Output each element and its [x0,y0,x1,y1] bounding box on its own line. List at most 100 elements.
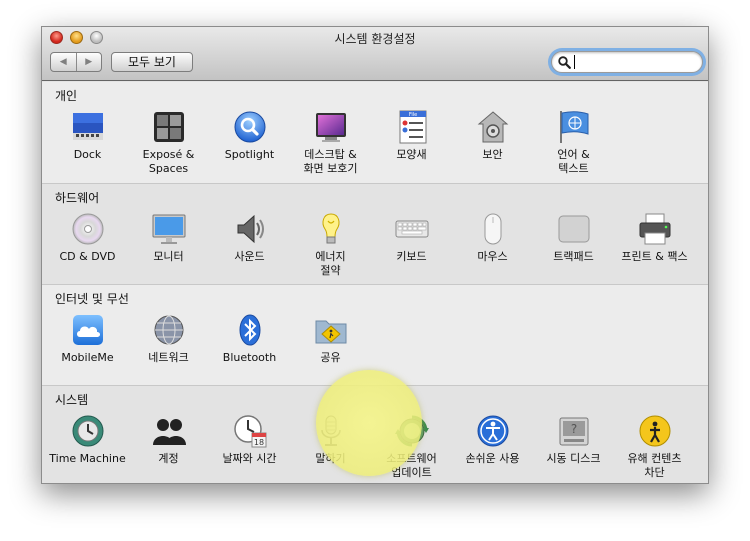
search-icon [558,56,571,69]
section-items: CD & DVD 모니터 사운드 에너지 절약 키보드 마우스 트랙패드 프린트 & 팩스 [47,211,695,278]
pref-pane-label-line: 화면 보호기 [303,162,358,175]
pref-pane-print-fax[interactable]: 프린트 & 팩스 [614,211,695,278]
pref-pane-label-line: 공유 [320,351,341,364]
pref-pane-keyboard[interactable]: 키보드 [371,211,452,278]
pref-pane-label-line: Bluetooth [222,351,277,364]
pref-pane-startup-disk[interactable]: ? 시동 디스크 [533,413,614,480]
section-title: 인터넷 및 무선 [55,292,129,306]
show-all-button[interactable]: 모두 보기 [111,52,193,72]
keyboard-icon [394,211,430,247]
search-field[interactable] [551,51,703,73]
search-input[interactable] [574,54,694,70]
pref-pane-label: 네트워크 [148,351,188,365]
pref-pane-label-line: 트랙패드 [553,250,594,263]
pref-pane-label-line: 날짜와 시간 [222,452,277,465]
back-button[interactable]: ◀ [51,53,76,71]
pref-pane-label: Dock [74,148,102,162]
pref-pane-appearance[interactable]: File 모양새 [371,109,452,176]
section-title: 시스템 [55,393,89,407]
title-bar: 시스템 환경설정 ◀ ▶ 모두 보기 [42,27,708,81]
svg-text:?: ? [570,422,576,436]
pref-pane-label: 공유 [320,351,340,365]
pref-pane-label: 마우스 [477,250,507,264]
pref-pane-dock[interactable]: Dock [47,109,128,176]
pref-pane-label-line: MobileMe [61,351,114,364]
pref-pane-desktop-screensaver[interactable]: 데스크탑 & 화면 보호기 [290,109,371,176]
pref-pane-label-line: 보안 [482,148,503,161]
time-machine-icon [70,413,106,449]
pref-pane-parental-controls[interactable]: 유해 컨텐츠 차단 [614,413,695,480]
printer-icon [637,211,673,247]
speaker-icon [232,211,268,247]
universal-access-icon [475,413,511,449]
pref-pane-trackpad[interactable]: 트랙패드 [533,211,614,278]
pref-pane-security[interactable]: 보안 [452,109,533,176]
pref-pane-label: MobileMe [61,351,113,365]
pref-pane-mobileme[interactable]: MobileMe [47,312,128,365]
pref-pane-label-line: 마우스 [477,250,508,263]
pref-pane-label-line: 시동 디스크 [546,452,601,465]
parental-controls-icon [637,413,673,449]
pref-pane-label-line: 손쉬운 사용 [465,452,520,465]
pref-pane-label: 키보드 [396,250,426,264]
pref-pane-label: Bluetooth [223,351,276,365]
pref-pane-label-line: CD & DVD [59,250,116,263]
pref-pane-time-machine[interactable]: Time Machine [47,413,128,480]
pref-pane-label-line: Spotlight [224,148,275,161]
pref-pane-label: 시동 디스크 [546,452,600,466]
pref-pane-cd-dvd[interactable]: CD & DVD [47,211,128,278]
monitor-icon [151,211,187,247]
expose-spaces-icon [151,109,187,145]
pref-pane-accounts[interactable]: 계정 [128,413,209,480]
pref-pane-label: 프린트 & 팩스 [621,250,687,264]
pref-pane-label: Spotlight [225,148,274,162]
pref-pane-label: Exposé & Spaces [143,148,195,176]
globe-icon [151,312,187,348]
pref-pane-date-time[interactable]: 18 날짜와 시간 [209,413,290,480]
pref-pane-network[interactable]: 네트워크 [128,312,209,365]
section-items: MobileMe 네트워크 Bluetooth 공유 [47,312,371,365]
pref-pane-label-line: 모니터 [153,250,184,263]
svg-text:18: 18 [253,438,263,447]
pref-pane-sound[interactable]: 사운드 [209,211,290,278]
appearance-icon: File [394,109,430,145]
text-caret [574,55,575,69]
pref-pane-label-line: Time Machine [49,452,126,465]
dock-icon [70,109,106,145]
pref-pane-label: 에너지 절약 [315,250,345,278]
pref-pane-label: 데스크탑 & 화면 보호기 [303,148,357,176]
pref-pane-label-line: 에너지 [315,250,346,263]
pref-pane-label-line: 언어 & [557,148,590,161]
pref-pane-expose-spaces[interactable]: Exposé & Spaces [128,109,209,176]
pref-pane-label: 날짜와 시간 [222,452,276,466]
pref-pane-label-line: 차단 [644,466,665,479]
sharing-folder-icon [313,312,349,348]
clock-icon: 18 [232,413,268,449]
pref-pane-label: CD & DVD [60,250,116,264]
pref-pane-label-line: Dock [73,148,102,161]
pref-pane-label: 계정 [158,452,178,466]
startup-disk-icon: ? [556,413,592,449]
pref-pane-label-line: 유해 컨텐츠 [627,452,682,465]
pref-pane-label: 트랙패드 [553,250,593,264]
pref-pane-universal-access[interactable]: 손쉬운 사용 [452,413,533,480]
pref-pane-label-line: 절약 [320,264,341,277]
pref-pane-sharing[interactable]: 공유 [290,312,371,365]
pref-pane-label: 사운드 [234,250,264,264]
trackpad-icon [556,211,592,247]
cloud-icon [70,312,106,348]
pref-pane-language-text[interactable]: 언어 & 텍스트 [533,109,614,176]
pref-pane-displays[interactable]: 모니터 [128,211,209,278]
pref-pane-bluetooth[interactable]: Bluetooth [209,312,290,365]
pref-pane-label: 보안 [482,148,502,162]
pref-pane-label: 언어 & 텍스트 [557,148,589,176]
pref-pane-energy-saver[interactable]: 에너지 절약 [290,211,371,278]
forward-button[interactable]: ▶ [75,53,102,71]
pref-pane-spotlight[interactable]: Spotlight [209,109,290,176]
pref-pane-label-line: 키보드 [396,250,427,263]
desktop-screensaver-icon [313,109,349,145]
pref-pane-mouse[interactable]: 마우스 [452,211,533,278]
pref-pane-label-line: 네트워크 [148,351,189,364]
pref-pane-label-line: 프린트 & 팩스 [621,250,688,263]
bluetooth-icon [232,312,268,348]
